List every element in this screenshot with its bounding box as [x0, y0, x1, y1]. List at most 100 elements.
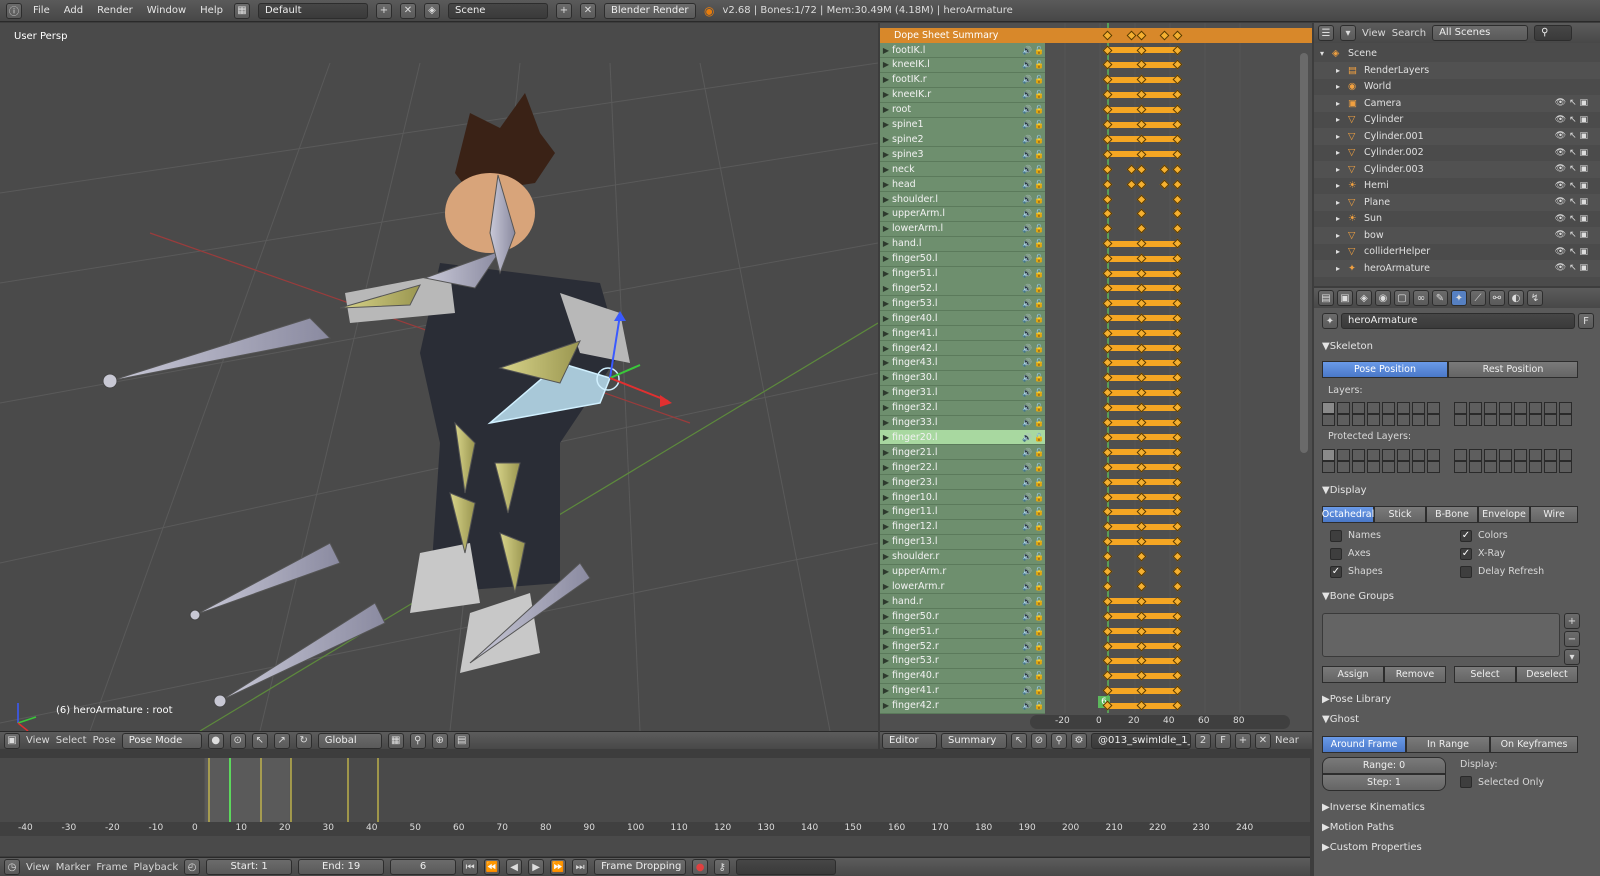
- layer-toggle[interactable]: [1529, 461, 1542, 473]
- channel-row[interactable]: ▶ finger40.l 🔊 🔓: [880, 311, 1045, 327]
- expand-icon[interactable]: ▸: [1336, 247, 1348, 256]
- speaker-icon[interactable]: 🔊: [1021, 433, 1033, 442]
- skeleton-panel-header[interactable]: ▼ Skeleton: [1322, 338, 1594, 354]
- expand-icon[interactable]: ▾: [1320, 49, 1332, 58]
- speaker-icon[interactable]: 🔊: [1021, 567, 1033, 576]
- expand-arrow-icon[interactable]: ▶: [880, 284, 892, 293]
- layer-toggle[interactable]: [1514, 414, 1527, 426]
- jump-start-icon[interactable]: ⏮: [462, 859, 479, 875]
- lock-icon[interactable]: 🔓: [1033, 582, 1045, 591]
- bone-groups-list[interactable]: [1322, 613, 1560, 657]
- channel-row[interactable]: ▶ footIK.r 🔊 🔓: [880, 72, 1045, 88]
- outliner-item[interactable]: ▸ ✦ heroArmature 👁 ↖ ▣: [1314, 259, 1600, 277]
- layer-toggle[interactable]: [1454, 461, 1467, 473]
- scene-icon[interactable]: ◈: [423, 2, 440, 19]
- layer-toggle[interactable]: [1454, 449, 1467, 461]
- expand-icon[interactable]: ▸: [1336, 231, 1348, 240]
- channel-row[interactable]: ▶ finger52.r 🔊 🔓: [880, 639, 1045, 654]
- lock-icon[interactable]: 🔓: [1033, 135, 1045, 144]
- scene-field[interactable]: Scene: [447, 2, 548, 19]
- prev-key-icon[interactable]: ⏪: [484, 859, 501, 875]
- menu-render[interactable]: Render: [94, 5, 136, 16]
- expand-arrow-icon[interactable]: ▶: [880, 493, 892, 502]
- layer-toggle[interactable]: [1514, 402, 1527, 414]
- layer-toggle[interactable]: [1427, 402, 1440, 414]
- bone-constraint-tab-icon[interactable]: ⚯: [1489, 290, 1505, 306]
- world-tab-icon[interactable]: ◉: [1375, 290, 1391, 306]
- expand-icon[interactable]: ▸: [1336, 99, 1348, 108]
- outliner-item[interactable]: ▸ ▽ Cylinder 👁 ↖ ▣: [1314, 111, 1600, 128]
- channel-row[interactable]: ▶ spine2 🔊 🔓: [880, 132, 1045, 148]
- visibility-icon[interactable]: 👁 ↖ ▣: [1555, 131, 1588, 141]
- bone-tab-icon[interactable]: ⟋: [1470, 290, 1486, 306]
- expand-arrow-icon[interactable]: ▶: [880, 75, 892, 84]
- bone-groups-panel-header[interactable]: ▼ Bone Groups: [1322, 588, 1594, 604]
- lock-icon[interactable]: ⚲: [409, 732, 426, 749]
- speaker-icon[interactable]: 🔊: [1021, 478, 1033, 487]
- lock-icon[interactable]: 🔓: [1033, 671, 1045, 680]
- expand-arrow-icon[interactable]: ▶: [880, 239, 892, 248]
- channel-row[interactable]: ▶ finger50.l 🔊 🔓: [880, 251, 1045, 267]
- menu-window[interactable]: Window: [144, 5, 189, 16]
- channel-row[interactable]: ▶ finger11.l 🔊 🔓: [880, 504, 1045, 520]
- expand-arrow-icon[interactable]: ▶: [880, 344, 892, 353]
- speaker-icon[interactable]: 🔊: [1021, 254, 1033, 263]
- channel-row[interactable]: ▶ finger40.r 🔊 🔓: [880, 668, 1045, 684]
- keying-set-icon[interactable]: ⚷: [714, 859, 731, 875]
- expand-arrow-icon[interactable]: ▶: [880, 701, 892, 710]
- expand-arrow-icon[interactable]: ▶: [880, 150, 892, 159]
- layer-toggle[interactable]: [1352, 461, 1365, 473]
- channel-row[interactable]: ▶ root 🔊 🔓: [880, 102, 1045, 118]
- layer-toggle[interactable]: [1499, 461, 1512, 473]
- layer-toggle[interactable]: [1427, 461, 1440, 473]
- pose-position-button[interactable]: Pose Position: [1322, 361, 1448, 378]
- channel-row[interactable]: ▶ finger30.l 🔊 🔓: [880, 370, 1045, 386]
- expand-arrow-icon[interactable]: ▶: [880, 433, 892, 442]
- lock-icon[interactable]: 🔓: [1033, 180, 1045, 189]
- channel-row[interactable]: ▶ spine3 🔊 🔓: [880, 147, 1045, 163]
- lock-icon[interactable]: 🔓: [1033, 567, 1045, 576]
- lock-icon[interactable]: 🔓: [1033, 478, 1045, 487]
- layer-toggle[interactable]: [1397, 461, 1410, 473]
- shapes-checkbox[interactable]: ✓: [1330, 566, 1342, 578]
- speaker-icon[interactable]: 🔊: [1021, 448, 1033, 457]
- speaker-icon[interactable]: 🔊: [1021, 358, 1033, 367]
- speaker-icon[interactable]: 🔊: [1021, 612, 1033, 621]
- expand-arrow-icon[interactable]: ▶: [880, 314, 892, 323]
- jump-end-icon[interactable]: ⏭: [572, 859, 589, 875]
- channel-row[interactable]: ▶ finger42.r 🔊 🔓: [880, 698, 1045, 714]
- layer-toggle[interactable]: [1382, 402, 1395, 414]
- channel-row[interactable]: ▶ finger51.r 🔊 🔓: [880, 624, 1045, 640]
- outliner-item[interactable]: ▸ ☀ Sun 👁 ↖ ▣: [1314, 210, 1600, 227]
- channel-row[interactable]: ▶ shoulder.r 🔊 🔓: [880, 549, 1045, 565]
- outliner-collapse-icon[interactable]: ▾: [1340, 25, 1356, 41]
- timeline-editor-icon[interactable]: ◷: [4, 859, 20, 875]
- channel-row[interactable]: ▶ finger23.l 🔊 🔓: [880, 475, 1045, 491]
- speaker-icon[interactable]: 🔊: [1021, 344, 1033, 353]
- layer-toggle[interactable]: [1382, 461, 1395, 473]
- dopesheet-summary-row[interactable]: Dope Sheet Summary: [880, 28, 1312, 43]
- layer-toggle[interactable]: [1322, 449, 1335, 461]
- layer-toggle[interactable]: [1322, 461, 1335, 473]
- lock-icon[interactable]: 🔓: [1033, 701, 1045, 710]
- channel-row[interactable]: ▶ finger53.l 🔊 🔓: [880, 296, 1045, 312]
- pivot-icon[interactable]: ⊙: [229, 732, 246, 749]
- speaker-icon[interactable]: 🔊: [1021, 90, 1033, 99]
- outliner-item[interactable]: ▸ ▽ Cylinder.002 👁 ↖ ▣: [1314, 144, 1600, 161]
- visibility-icon[interactable]: 👁 ↖ ▣: [1555, 197, 1588, 207]
- lock-icon[interactable]: 🔓: [1033, 552, 1045, 561]
- play-reverse-icon[interactable]: ◀: [506, 859, 523, 875]
- lock-icon[interactable]: 🔓: [1033, 463, 1045, 472]
- layer-toggle[interactable]: [1382, 414, 1395, 426]
- layer-toggle[interactable]: [1499, 449, 1512, 461]
- timeline-marker-menu[interactable]: Marker: [56, 862, 91, 873]
- speaker-icon[interactable]: 🔊: [1021, 269, 1033, 278]
- expand-arrow-icon[interactable]: ▶: [880, 537, 892, 546]
- motion-paths-panel-header[interactable]: ▶ Motion Paths: [1322, 819, 1594, 835]
- expand-icon[interactable]: ▸: [1336, 264, 1348, 273]
- outliner-filter-select[interactable]: All Scenes: [1432, 25, 1529, 41]
- layer-toggle[interactable]: [1469, 449, 1482, 461]
- outliner-item[interactable]: ▸ ▽ Plane 👁 ↖ ▣: [1314, 193, 1600, 211]
- channel-row[interactable]: ▶ head 🔊 🔓: [880, 177, 1045, 193]
- layer-toggle[interactable]: [1499, 414, 1512, 426]
